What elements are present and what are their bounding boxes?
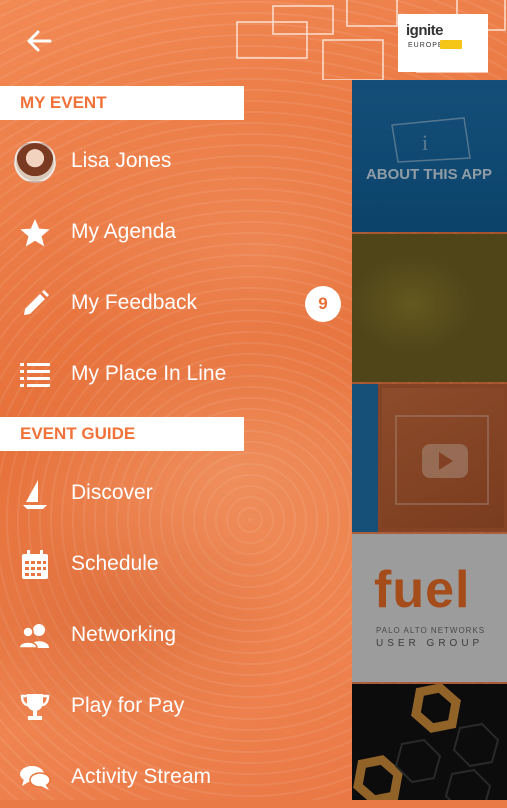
menu-item-label: Play for Pay (71, 694, 185, 717)
navigation-drawer: MY EVENT Lisa Jones My Agenda My Feedbac… (0, 80, 352, 800)
section-header-event-guide: EVENT GUIDE (0, 417, 244, 451)
avatar (14, 141, 56, 183)
arrow-left-icon (27, 30, 52, 52)
menu-item-label: My Place In Line (71, 362, 227, 385)
menu-item-profile[interactable]: Lisa Jones (0, 132, 352, 192)
menu-item-discover[interactable]: Discover (0, 464, 352, 524)
menu-item-label: Networking (71, 623, 177, 646)
trophy-icon (18, 690, 52, 724)
menu-item-networking[interactable]: Networking (0, 606, 352, 666)
chat-icon (18, 761, 52, 795)
menu-item-schedule[interactable]: Schedule (0, 535, 352, 595)
star-icon (18, 216, 52, 250)
menu-item-activity-stream[interactable]: Activity Stream (0, 748, 352, 808)
list-icon (18, 358, 52, 392)
people-icon (18, 619, 52, 653)
menu-item-label: My Agenda (71, 220, 177, 243)
drawer-scrim[interactable] (352, 80, 507, 800)
menu-item-my-place-in-line[interactable]: My Place In Line (0, 345, 352, 405)
menu-item-label: Schedule (71, 552, 159, 575)
top-bar: ignite EUROPE (0, 0, 507, 80)
feedback-count-badge: 9 (305, 286, 341, 322)
calendar-icon (18, 548, 52, 582)
logo-badge (440, 40, 462, 49)
menu-item-label: Lisa Jones (71, 149, 172, 172)
menu-item-my-feedback[interactable]: My Feedback 9 (0, 274, 352, 334)
back-button[interactable] (22, 24, 56, 58)
event-logo-subtitle: EUROPE (408, 42, 444, 49)
event-logo: ignite (406, 22, 444, 39)
sailboat-icon (18, 477, 52, 511)
section-header-my-event: MY EVENT (0, 86, 244, 120)
pencil-icon (18, 287, 52, 321)
menu-item-my-agenda[interactable]: My Agenda (0, 203, 352, 263)
menu-item-play-for-pay[interactable]: Play for Pay (0, 677, 352, 737)
menu-item-label: My Feedback (71, 291, 198, 314)
menu-item-label: Discover (71, 481, 153, 504)
menu-item-label: Activity Stream (71, 765, 212, 788)
